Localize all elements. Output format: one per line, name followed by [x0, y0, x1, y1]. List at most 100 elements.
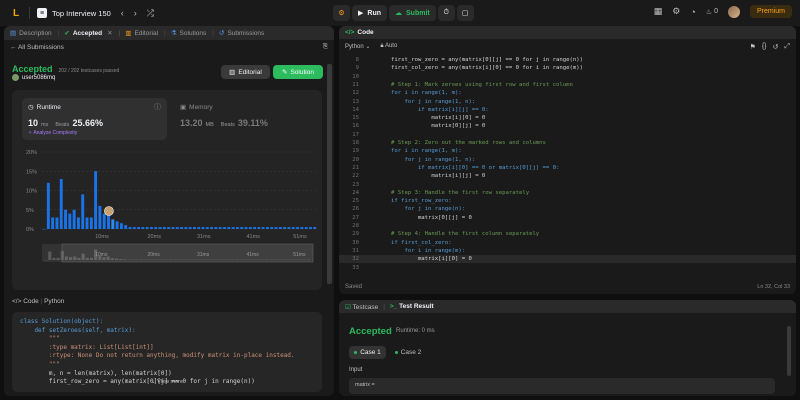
- editor-line[interactable]: 26 for j in range(n):: [339, 205, 796, 213]
- problem-list-icon[interactable]: ≡: [37, 8, 47, 18]
- line-number: 20: [352, 156, 359, 163]
- editorial-button[interactable]: ▥ Editorial: [221, 65, 270, 79]
- editor-line[interactable]: 25 if first_row_zero:: [339, 197, 796, 205]
- editor-line[interactable]: 24 # Step 3: Handle the first row separat…: [339, 189, 796, 197]
- line-number: 31: [352, 247, 359, 254]
- code-language: Python: [44, 298, 65, 305]
- tab-accepted[interactable]: ✔ Accepted ✕ |: [64, 29, 120, 38]
- distribution-bar: [162, 227, 166, 229]
- editor-line[interactable]: 12 for i in range(1, m):: [339, 89, 796, 97]
- language-select[interactable]: Python ⌄: [345, 43, 370, 50]
- editor-line[interactable]: 15 matrix[i][0] = 0: [339, 114, 796, 122]
- runtime-unit: ms: [41, 122, 49, 128]
- problem-list-title[interactable]: Top Interview 150: [52, 9, 111, 18]
- back-to-submissions[interactable]: ← All Submissions: [10, 44, 64, 51]
- editor-line[interactable]: 32 matrix[i][0] = 0: [339, 255, 796, 264]
- editor-line[interactable]: 19 for i in range(1, m):: [339, 147, 796, 155]
- view-more-button[interactable]: ⌄ View more: [12, 378, 322, 387]
- solution-button[interactable]: ✎ Solution: [273, 65, 323, 79]
- editor-line[interactable]: 13 for j in range(1, n):: [339, 98, 796, 106]
- editor-line[interactable]: 10: [339, 73, 796, 81]
- editor-line[interactable]: 16 matrix[0][j] = 0: [339, 122, 796, 130]
- bookmark-icon[interactable]: ⚑: [750, 43, 756, 51]
- close-icon[interactable]: ✕: [107, 29, 112, 37]
- x-tick-label: 51ms: [293, 234, 307, 240]
- editor-line[interactable]: 27 matrix[0][j] = 0: [339, 214, 796, 222]
- distribution-bar: [214, 227, 218, 229]
- distribution-bar: [304, 227, 308, 229]
- distribution-bar: [180, 227, 183, 229]
- editor-line[interactable]: 14 if matrix[i][j] == 0:: [339, 106, 796, 114]
- submit-button[interactable]: ☁ Submit: [389, 5, 436, 21]
- editor-line[interactable]: 30 if first_col_zero:: [339, 239, 796, 247]
- tab-testcase[interactable]: ☑ Testcase: [345, 303, 378, 311]
- distribution-bar: [46, 182, 50, 229]
- shuffle-icon[interactable]: ⤮: [147, 8, 154, 19]
- distribution-bar: [210, 227, 214, 229]
- debug-icon[interactable]: ⚙: [333, 5, 350, 21]
- result-scrollbar[interactable]: [787, 326, 791, 376]
- tab-label: Editorial: [134, 29, 159, 37]
- line-number: 10: [352, 73, 359, 80]
- y-tick-label: 15%: [26, 169, 37, 175]
- tab-test-result[interactable]: >_ Test Result: [390, 303, 434, 310]
- line-number: 18: [352, 140, 359, 146]
- settings-icon[interactable]: ⚙: [672, 6, 680, 17]
- editor-line[interactable]: 23: [339, 181, 796, 189]
- editor-line[interactable]: 31 for i in range(m):: [339, 247, 796, 255]
- case-1-button[interactable]: Case 1: [349, 346, 386, 359]
- line-number: 9: [355, 65, 359, 72]
- info-icon[interactable]: ⓘ: [154, 102, 161, 112]
- memory-card[interactable]: ▣ Memory 13.20 MB Beats 39.11%: [174, 98, 314, 140]
- editor-line[interactable]: 11 # Step 1: Mark zeroes using first row …: [339, 81, 796, 89]
- analyze-complexity-link[interactable]: ✧ Analyze Complexity: [28, 130, 77, 136]
- editor-line[interactable]: 20 for j in range(1, n):: [339, 156, 796, 164]
- line-text: # Step 3: Handle the first row separatel…: [391, 189, 530, 196]
- runtime-card[interactable]: ◷ Runtime ⓘ 10 ms Beats 25.66% ✧ Analyze …: [22, 98, 167, 140]
- editor-line[interactable]: 9 first_col_zero = any(matrix[i][0] == 0 …: [339, 64, 796, 72]
- leetcode-logo-icon[interactable]: L: [10, 7, 22, 19]
- editor-line[interactable]: 33: [339, 264, 796, 272]
- code-editor[interactable]: 8 first_row_zero = any(matrix[0][j] == 0 …: [339, 56, 796, 278]
- auto-mode[interactable]: 🔒︎ Auto: [380, 43, 397, 50]
- tab-solutions[interactable]: ⚗ Solutions |: [171, 29, 214, 38]
- tab-submissions[interactable]: ↺ Submissions: [219, 29, 264, 38]
- distribution-bar: [150, 227, 153, 229]
- editor-line[interactable]: 22 matrix[i][j] = 0: [339, 172, 796, 180]
- pass-dot-icon: [354, 351, 358, 354]
- line-text: for i in range(1, m):: [391, 90, 462, 97]
- user-avatar[interactable]: [727, 5, 740, 18]
- share-icon[interactable]: ⎘: [323, 43, 328, 51]
- editor-line[interactable]: 17: [339, 131, 796, 139]
- next-problem-icon[interactable]: ›: [134, 8, 137, 18]
- timer-icon[interactable]: ⏱: [437, 5, 455, 21]
- case-2-button[interactable]: Case 2: [392, 346, 424, 359]
- line-number: 23: [352, 181, 359, 188]
- tab-editorial[interactable]: ▥ Editorial |: [125, 29, 165, 38]
- runtime-distribution-chart[interactable]: 20% 15% 10% 5% 0% 10ms 20ms 31ms 41ms 51ms 10ms 20m…: [12, 146, 322, 286]
- notes-icon[interactable]: ▢: [456, 5, 474, 21]
- user-avatar-small: [12, 74, 19, 81]
- overview-bar: [48, 251, 52, 260]
- tab-description[interactable]: ▤ Description |: [10, 29, 59, 38]
- editor-line[interactable]: 21 if matrix[i][0] == 0 or matrix[0][j] …: [339, 164, 796, 172]
- submissions-icon: ↺: [219, 30, 225, 37]
- reset-icon[interactable]: ↺: [773, 43, 779, 51]
- editor-line[interactable]: 18 # Step 2: Zero out the marked rows and…: [339, 139, 796, 147]
- distribution-bar: [287, 227, 291, 229]
- prev-problem-icon[interactable]: ‹: [121, 8, 124, 18]
- editor-line[interactable]: 8 first_row_zero = any(matrix[0][j] == 0 …: [339, 56, 796, 64]
- braces-icon[interactable]: {}: [762, 43, 767, 51]
- layout-icon[interactable]: ▦: [654, 6, 663, 17]
- run-button[interactable]: ▶ Run: [352, 5, 387, 21]
- left-scrollbar[interactable]: [327, 64, 332, 284]
- username[interactable]: user5086mq: [22, 75, 55, 81]
- distribution-bar: [248, 227, 252, 229]
- fullscreen-icon[interactable]: ⤢: [784, 43, 790, 51]
- line-text: matrix[0][j] = 0: [391, 214, 472, 221]
- editor-line[interactable]: 28: [339, 222, 796, 230]
- notifications-icon[interactable]: ◔: [690, 7, 695, 17]
- editor-line[interactable]: 29 # Step 4: Handle the first column sepa…: [339, 230, 796, 238]
- streak-counter[interactable]: ♨ 0: [706, 8, 718, 16]
- premium-button[interactable]: Premium: [749, 5, 792, 18]
